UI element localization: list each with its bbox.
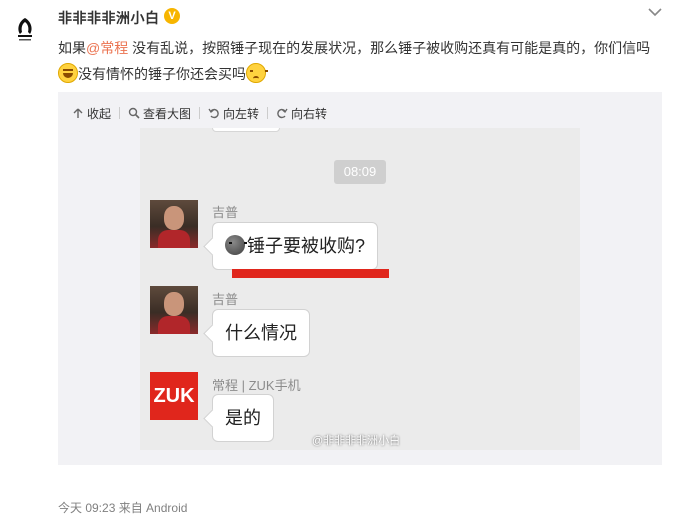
rotate-right-label: 向右转 [291, 106, 328, 121]
view-large-label: 查看大图 [143, 106, 192, 121]
chat-avatar-photo [150, 286, 198, 334]
sad-emoji-icon [246, 63, 268, 83]
chat-screenshot-image[interactable]: 08:09 吉普 锤子要被收购? 吉普 什么情况 ZUK 常程 | ZUK手机 … [140, 128, 580, 450]
chat-message-text: 是的 [225, 408, 261, 428]
chat-sender-name: 常程 | ZUK手机 [212, 378, 301, 393]
image-watermark: @非非非非洲小白 [312, 435, 401, 447]
chevron-down-icon[interactable] [645, 4, 665, 20]
verified-badge: V [164, 8, 180, 24]
post-meta: 今天 09:23 来自 Android [58, 499, 187, 516]
laughing-emoji-icon [58, 63, 78, 83]
rotate-right-button[interactable]: 向右转 [276, 105, 327, 122]
rotate-left-icon [208, 108, 219, 119]
arrow-up-icon [73, 108, 83, 118]
user-avatar[interactable] [10, 14, 40, 44]
image-toolbar: 收起 查看大图 向左转 向右转 [72, 104, 333, 122]
collapse-button[interactable]: 收起 [72, 105, 111, 122]
post-text: 如果@常程 没有乱说，按照锤子现在的发展状况，那么锤子被收购还真有可能是真的，你… [58, 35, 668, 87]
chat-message-bubble: 什么情况 [212, 309, 310, 357]
chat-sender-name: 吉普 [212, 205, 239, 220]
rotate-left-button[interactable]: 向左转 [208, 105, 259, 122]
red-highlight-bar [232, 269, 389, 278]
logo-icon [10, 14, 40, 44]
chat-message-text: 什么情况 [225, 323, 297, 343]
chat-message-bubble: 是的 [212, 394, 274, 442]
toolbar-divider [119, 107, 121, 119]
view-large-button[interactable]: 查看大图 [128, 105, 191, 122]
chat-avatar-photo [150, 200, 198, 248]
post-text-line2: 没有情怀的锤子你还会买吗 [78, 66, 246, 82]
chat-avatar-zuk-logo: ZUK [150, 372, 198, 420]
post-timestamp[interactable]: 今天 09:23 [58, 501, 115, 515]
mention-link[interactable]: @常程 [86, 40, 128, 56]
post-text-main: 没有乱说，按照锤子现在的发展状况，那么锤子被收购还真有可能是真的，你们信吗 [128, 40, 651, 56]
magnifier-icon [128, 107, 140, 119]
rotate-right-icon [277, 108, 288, 119]
toolbar-divider [199, 107, 201, 119]
post-source[interactable]: 来自 Android [119, 501, 188, 515]
post-text-prefix: 如果 [58, 40, 86, 56]
username[interactable]: 非非非非洲小白 [58, 8, 160, 28]
angry-emoji-icon [225, 235, 247, 255]
toolbar-divider [267, 107, 269, 119]
partial-message-bubble [212, 128, 280, 132]
collapse-label: 收起 [87, 106, 112, 121]
chat-sender-name: 吉普 [212, 292, 239, 307]
chat-time-chip: 08:09 [334, 160, 386, 184]
rotate-left-label: 向左转 [223, 106, 260, 121]
chat-message-text: 锤子要被收购? [247, 236, 366, 256]
chat-message-bubble: 锤子要被收购? [212, 222, 379, 270]
